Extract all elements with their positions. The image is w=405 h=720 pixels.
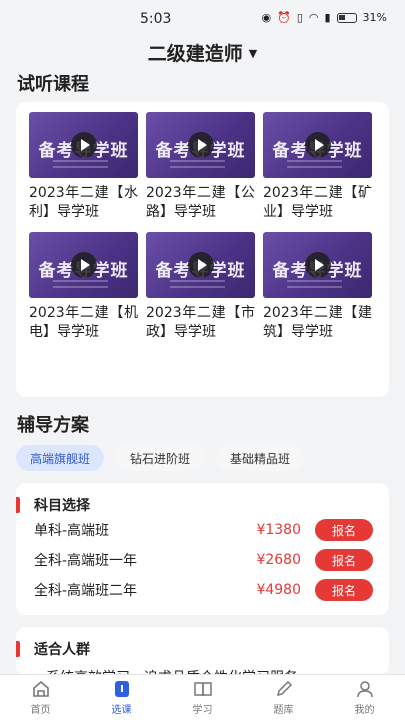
signal-icon: ▮ [324,11,331,24]
thumb-decoration [287,280,342,282]
eye-icon: ◉ [261,11,272,24]
subject-name: 单科-高端班 [34,523,110,539]
home-icon [32,680,49,697]
course-item[interactable]: 备考导学班 2023年二建【机电】导学班 [29,232,138,344]
course-thumbnail: 备考导学班 [29,112,138,178]
bottom-tab-bar: 首页 选课 学习 题库 我的 [0,674,405,720]
thumb-decoration [287,166,342,168]
thumb-decoration [170,280,225,282]
course-label: 2023年二建【矿业】导学班 [263,185,372,220]
course-item[interactable]: 备考导学班 2023年二建【市政】导学班 [146,232,255,344]
trial-section-title: 试听课程 [17,74,89,95]
subject-price: ¥1380 [256,522,301,538]
thumb-decoration [170,160,225,162]
alarm-icon: ⏰ [277,11,291,24]
vibrate-icon: ▯ [296,11,303,24]
tab-mine[interactable]: 我的 [324,675,405,720]
enroll-button[interactable]: 报名 [315,579,373,601]
course-thumbnail: 备考导学班 [263,232,372,298]
tab-study[interactable]: 学习 [162,675,243,720]
play-icon[interactable] [304,252,331,278]
subject-panel: 科目选择 单科-高端班 ¥1380 报名 全科-高端班一年 ¥2680 报名 全… [16,483,389,615]
subject-price: ¥2680 [256,552,301,568]
status-icons: ◉ ⏰ ▯ ◠ ▮ 31% [262,11,388,24]
trial-course-card: 备考导学班 2023年二建【水利】导学班 备考导学班 2023年二建【公路】导学… [16,102,389,397]
user-icon [356,681,373,698]
course-thumbnail: 备考导学班 [146,232,255,298]
plan-tab-diamond[interactable]: 钻石进阶班 [116,445,205,471]
tab-label: 学习 [192,705,213,716]
play-icon[interactable] [187,132,214,158]
thumb-decoration [53,160,108,162]
audience-panel: 适合人群 系统高效学习，追求品质个性化学习服务 [16,627,389,675]
subject-name: 全科-高端班二年 [34,583,138,599]
course-item[interactable]: 备考导学班 2023年二建【公路】导学班 [146,112,255,224]
subject-name: 全科-高端班一年 [34,553,138,569]
battery-level: 31% [362,11,387,24]
plan-tab-flagship[interactable]: 高端旗舰班 [16,445,105,471]
course-grid: 备考导学班 2023年二建【水利】导学班 备考导学班 2023年二建【公路】导学… [29,112,376,344]
play-icon[interactable] [70,252,97,278]
enroll-button[interactable]: 报名 [315,549,373,571]
plan-tab-basic[interactable]: 基础精品班 [216,445,305,471]
course-label: 2023年二建【水利】导学班 [29,185,138,220]
course-label: 2023年二建【建筑】导学班 [263,305,372,340]
status-time: 5:03 [140,11,172,27]
price-row: 单科-高端班 ¥1380 报名 [34,515,373,545]
plan-tabs: 高端旗舰班 钻石进阶班 基础精品班 [0,439,405,477]
subject-price: ¥4980 [256,582,301,598]
course-label: 2023年二建【公路】导学班 [146,185,255,220]
course-label: 2023年二建【机电】导学班 [29,305,138,340]
play-icon[interactable] [304,132,331,158]
tab-home[interactable]: 首页 [0,675,81,720]
thumb-decoration [287,160,342,162]
page-title: 二级建造师 [147,42,243,65]
audience-panel-title: 适合人群 [34,642,90,658]
thumb-decoration [53,166,108,168]
course-thumbnail: 备考导学班 [146,112,255,178]
course-thumbnail: 备考导学班 [29,232,138,298]
thumb-decoration [53,280,108,282]
tab-label: 题库 [273,705,294,716]
thumb-decoration [53,286,108,288]
enroll-button[interactable]: 报名 [315,519,373,541]
course-item[interactable]: 备考导学班 2023年二建【水利】导学班 [29,112,138,224]
play-icon[interactable] [70,132,97,158]
play-icon[interactable] [187,252,214,278]
book-icon [193,682,212,697]
plan-section-title: 辅导方案 [17,415,89,436]
course-label: 2023年二建【市政】导学班 [146,305,255,340]
status-bar: 5:03 ◉ ⏰ ▯ ◠ ▮ 31% [0,0,405,36]
tab-label: 首页 [30,705,51,716]
tab-course-select[interactable]: 选课 [81,675,162,720]
wifi-icon: ◠ [308,11,319,24]
tab-question-bank[interactable]: 题库 [243,675,324,720]
tab-label: 我的 [354,705,375,716]
price-row: 全科-高端班一年 ¥2680 报名 [34,545,373,575]
battery-icon [336,12,357,23]
thumb-decoration [170,166,225,168]
price-row: 全科-高端班二年 ¥4980 报名 [34,575,373,605]
subject-panel-title: 科目选择 [34,498,90,514]
course-item[interactable]: 备考导学班 2023年二建【建筑】导学班 [263,232,372,344]
course-item[interactable]: 备考导学班 2023年二建【矿业】导学班 [263,112,372,224]
thumb-decoration [170,286,225,288]
course-thumbnail: 备考导学班 [263,112,372,178]
pen-icon [276,680,292,697]
course-select-icon [114,681,129,697]
exam-selector[interactable]: 二级建造师 ▼ [0,36,405,68]
caret-down-icon: ▼ [248,46,258,60]
thumb-decoration [287,286,342,288]
tab-label: 选课 [111,705,132,716]
